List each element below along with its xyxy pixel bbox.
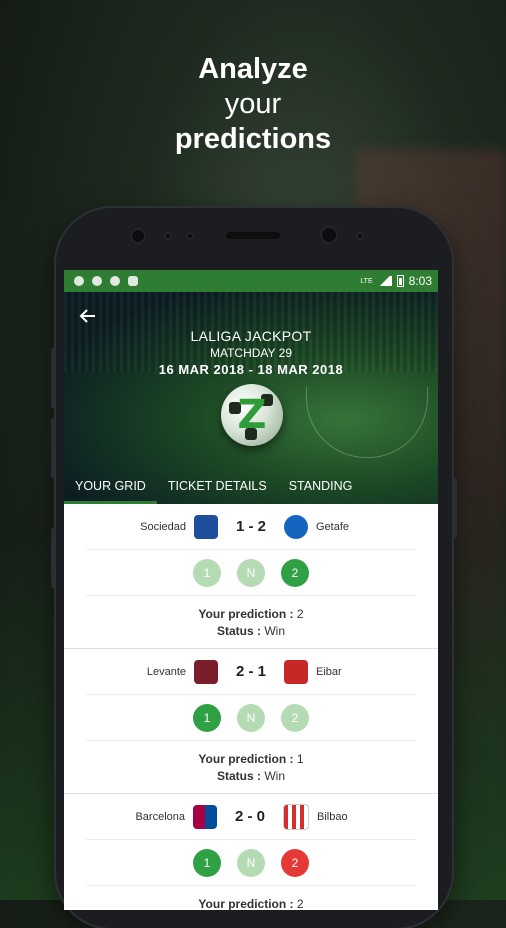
match-score: 2 - 0 xyxy=(234,808,265,825)
android-icon xyxy=(128,276,138,286)
front-camera-icon xyxy=(130,228,146,244)
status-value: Win xyxy=(264,624,286,638)
sensor-icon xyxy=(356,232,364,240)
match-card: Levante 2 - 1 Eibar 1 N 2 Your predictio… xyxy=(64,649,438,794)
tab-your-grid[interactable]: YOUR GRID xyxy=(64,468,157,504)
matchday-label: MATCHDAY 29 xyxy=(209,346,293,360)
battery-icon xyxy=(396,275,404,287)
jackpot-title: LALIGA JACKPOT xyxy=(190,328,312,344)
side-button xyxy=(51,528,55,588)
header-banner: LALIGA JACKPOT MATCHDAY 29 16 MAR 2018 -… xyxy=(64,292,438,504)
prediction-summary: Your prediction : 1 Status : Win xyxy=(64,741,438,793)
zebet-ball-logo-icon: Z xyxy=(221,384,283,446)
headline-line-1: Analyze xyxy=(198,53,308,85)
barcelona-crest-icon xyxy=(193,804,217,829)
prediction-label: Your prediction : xyxy=(198,897,294,910)
sociedad-crest-icon xyxy=(194,514,218,539)
pick-draw-button[interactable]: N xyxy=(237,558,265,587)
pick-away-button[interactable]: 2 xyxy=(281,848,309,877)
jackpot-title-block: LALIGA JACKPOT MATCHDAY 29 16 MAR 2018 -… xyxy=(64,328,438,377)
home-team-name: Barcelona xyxy=(135,810,185,823)
prediction-options: 1 N 2 xyxy=(86,695,416,741)
earpiece-speaker xyxy=(226,232,280,239)
sensor-icon xyxy=(164,232,172,240)
status-time: 8:03 xyxy=(408,274,432,288)
prediction-value: 2 xyxy=(296,897,304,910)
tab-ticket-details[interactable]: TICKET DETAILS xyxy=(157,468,278,504)
promo-headline: Analyze your predictions xyxy=(0,52,506,157)
notification-icon xyxy=(92,276,102,286)
pitch-marking xyxy=(306,387,428,458)
sensor-icon xyxy=(186,232,194,240)
match-score: 1 - 2 xyxy=(235,518,266,535)
levante-crest-icon xyxy=(194,659,218,684)
notification-icon xyxy=(74,276,84,286)
match-card: Sociedad 1 - 2 Getafe 1 N 2 Your predict… xyxy=(64,504,438,649)
match-score: 2 - 1 xyxy=(235,663,266,680)
prediction-summary: Your prediction : 2 Status : Win xyxy=(64,596,438,648)
match-card: Barcelona 2 - 0 Bilbao 1 N 2 Your predic… xyxy=(64,794,438,910)
prediction-options: 1 N 2 xyxy=(86,840,416,886)
eibar-crest-icon xyxy=(284,659,308,684)
pick-away-button[interactable]: 2 xyxy=(281,558,309,587)
match-list: Sociedad 1 - 2 Getafe 1 N 2 Your predict… xyxy=(64,504,438,910)
prediction-value: 2 xyxy=(296,607,304,621)
pick-draw-button[interactable]: N xyxy=(237,703,265,732)
pick-away-button[interactable]: 2 xyxy=(281,703,309,732)
camera-lens-icon xyxy=(320,226,338,244)
match-row: Sociedad 1 - 2 Getafe xyxy=(86,504,416,550)
prediction-options: 1 N 2 xyxy=(86,550,416,596)
match-row: Levante 2 - 1 Eibar xyxy=(86,649,416,695)
home-team-name: Levante xyxy=(146,665,186,678)
prediction-value: 1 xyxy=(296,752,304,766)
status-bar: LTE 8:03 xyxy=(64,270,438,292)
back-arrow-icon[interactable] xyxy=(78,306,100,328)
pick-draw-button[interactable]: N xyxy=(237,848,265,877)
app-screen: LTE 8:03 LALIGA JACKPOT MATCHDAY 29 16 M… xyxy=(64,270,438,910)
prediction-summary: Your prediction : 2 xyxy=(64,886,438,910)
signal-icon xyxy=(377,276,392,286)
getafe-crest-icon xyxy=(284,514,308,539)
status-value: Win xyxy=(264,769,286,783)
away-team-name: Bilbao xyxy=(317,810,348,823)
pick-home-button[interactable]: 1 xyxy=(193,848,221,877)
tab-standing[interactable]: STANDING xyxy=(278,468,364,504)
headline-line-2: your xyxy=(224,88,282,120)
away-team-name: Getafe xyxy=(316,520,350,533)
away-team-name: Eibar xyxy=(316,665,342,678)
prediction-label: Your prediction : xyxy=(198,752,294,766)
notification-icon xyxy=(110,276,120,286)
network-type: LTE xyxy=(360,277,373,285)
phone-frame: LTE 8:03 LALIGA JACKPOT MATCHDAY 29 16 M… xyxy=(51,208,457,928)
volume-button xyxy=(51,348,55,408)
pick-home-button[interactable]: 1 xyxy=(193,558,221,587)
prediction-label: Your prediction : xyxy=(198,607,294,621)
volume-button-2 xyxy=(51,418,55,478)
status-label: Status : xyxy=(216,769,261,783)
home-team-name: Sociedad xyxy=(140,520,186,533)
status-label: Status : xyxy=(216,624,261,638)
power-button xyxy=(453,478,457,538)
tab-bar: YOUR GRID TICKET DETAILS STANDING xyxy=(64,468,438,504)
date-range: 16 MAR 2018 - 18 MAR 2018 xyxy=(158,362,344,377)
bilbao-crest-icon xyxy=(283,803,309,830)
pick-home-button[interactable]: 1 xyxy=(193,703,221,732)
match-row: Barcelona 2 - 0 Bilbao xyxy=(86,794,416,840)
headline-line-3: predictions xyxy=(174,123,332,155)
